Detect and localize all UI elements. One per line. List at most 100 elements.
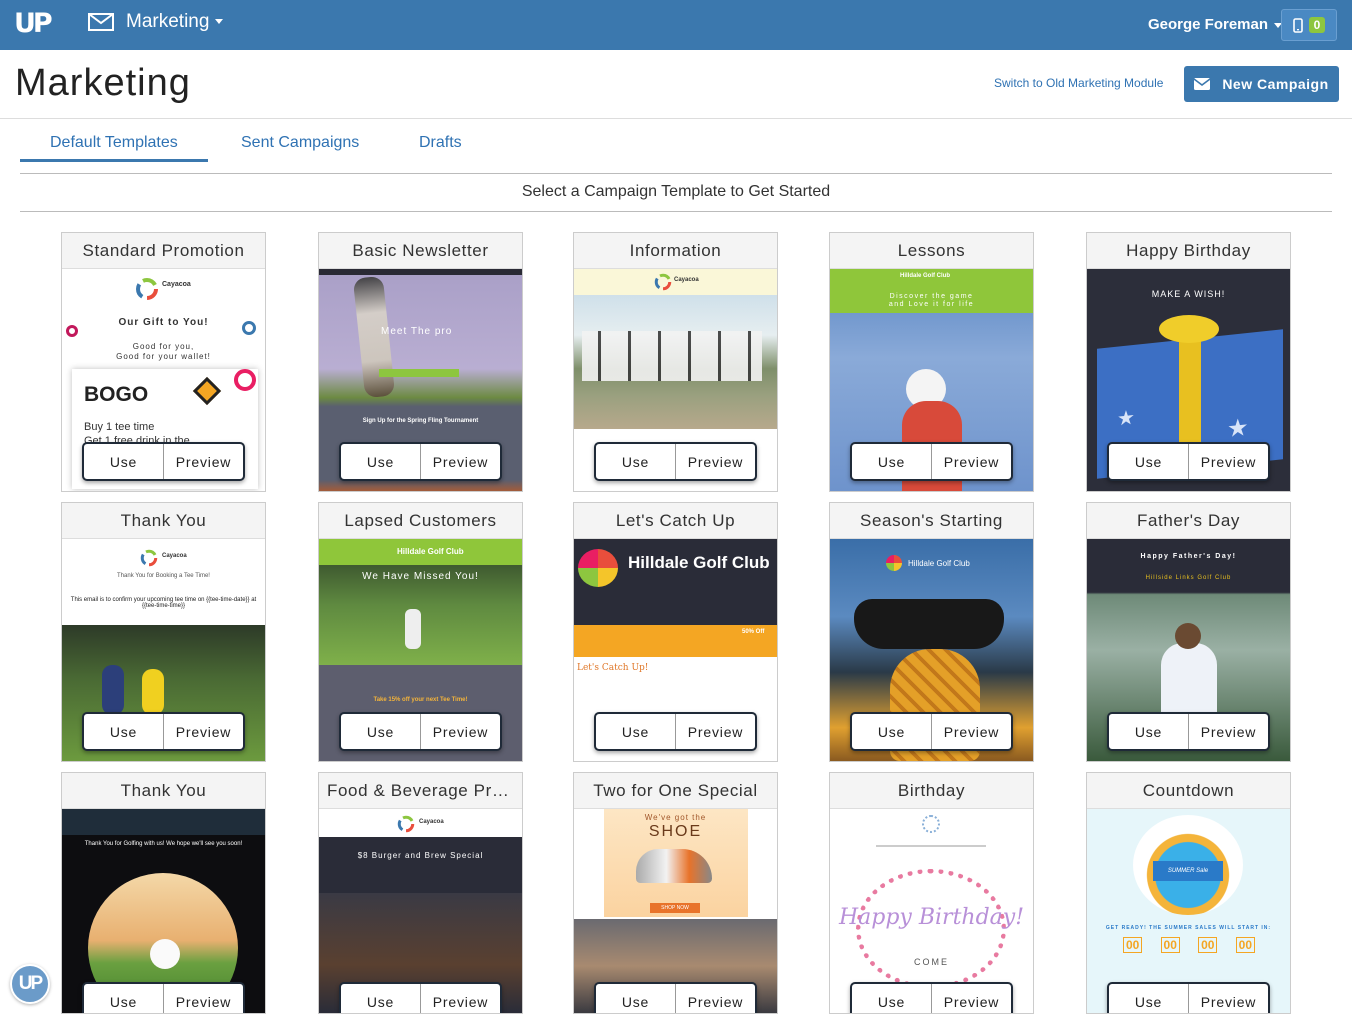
use-button[interactable]: Use [852, 714, 931, 749]
template-thumbnail[interactable]: Hilldale Golf Club 50% Off Let's Catch U… [574, 539, 777, 761]
template-text: Hillside Links Golf Club [1145, 575, 1232, 581]
golfer-figure [352, 275, 396, 399]
preview-button[interactable]: Preview [675, 984, 755, 1013]
preview-button[interactable]: Preview [420, 714, 500, 749]
countdown-days: 00 [1123, 937, 1143, 953]
template-actions: Use Preview [339, 442, 502, 481]
active-tab-indicator [20, 159, 208, 162]
template-text: Happy Birthday! [838, 905, 1025, 930]
template-thumbnail[interactable]: Thank You for Golfing with us! We hope w… [62, 809, 265, 1013]
template-text: Sign Up for the Spring Fling Tournament [362, 418, 479, 424]
use-button[interactable]: Use [596, 714, 675, 749]
carts-row [582, 331, 762, 381]
preview-button[interactable]: Preview [931, 984, 1011, 1013]
star-icon: ★ [1227, 413, 1249, 444]
tab-sent-campaigns[interactable]: Sent Campaigns [241, 134, 359, 152]
preview-button[interactable]: Preview [675, 714, 755, 749]
use-button[interactable]: Use [852, 984, 931, 1013]
template-actions: Use Preview [594, 712, 757, 751]
template-card-lessons: Lessons Hilldale Golf Club Discover the … [829, 232, 1034, 492]
template-actions: Use Preview [1107, 442, 1270, 481]
user-menu[interactable]: George Foreman [1148, 16, 1283, 33]
use-button[interactable]: Use [596, 984, 675, 1013]
template-thumbnail[interactable]: Cayacoa Thank You for Booking a Tee Time… [62, 539, 265, 761]
use-button[interactable]: Use [341, 714, 420, 749]
template-actions: Use Preview [594, 982, 757, 1013]
up-logo-icon[interactable]: UP [14, 8, 53, 39]
divider [20, 173, 1332, 174]
notifications-button[interactable]: 0 [1281, 9, 1337, 41]
template-thumbnail[interactable]: We've got the SHOE SHOP NOW Use Preview [574, 809, 777, 1013]
template-thumbnail[interactable]: Cayacoa Use Preview [574, 269, 777, 491]
sunglasses-image [854, 599, 1004, 649]
father-figure [1161, 643, 1217, 719]
template-thumbnail[interactable]: Hilldale Golf Club We Have Missed You! T… [319, 539, 522, 761]
template-thumbnail[interactable]: Cayacoa $8 Burger and Brew Special Use P… [319, 809, 522, 1013]
template-text: SHOP NOW [650, 903, 700, 913]
golf-ball [150, 939, 180, 969]
cayacoa-logo-icon [136, 278, 158, 300]
header-divider [0, 118, 1352, 119]
template-thumbnail[interactable]: Happy Birthday! COME Use Preview [830, 809, 1033, 1013]
decor-circle-icon [234, 369, 256, 391]
template-text: Cayacoa [162, 553, 187, 559]
preview-button[interactable]: Preview [1188, 444, 1268, 479]
template-text: Meet The pro [381, 326, 453, 337]
use-button[interactable]: Use [1109, 714, 1188, 749]
preview-button[interactable]: Preview [420, 984, 500, 1013]
father-head [1175, 623, 1201, 649]
preview-button[interactable]: Preview [420, 444, 500, 479]
template-card-lapsed-customers: Lapsed Customers Hilldale Golf Club We H… [318, 502, 523, 762]
use-button[interactable]: Use [84, 714, 163, 749]
template-actions: Use Preview [82, 982, 245, 1013]
use-button[interactable]: Use [1109, 984, 1188, 1013]
switch-old-module-link[interactable]: Switch to Old Marketing Module [994, 76, 1163, 90]
preview-button[interactable]: Preview [1188, 984, 1268, 1013]
template-cta [379, 369, 459, 377]
use-button[interactable]: Use [84, 984, 163, 1013]
template-text: Cayacoa [674, 277, 699, 283]
cayacoa-logo-icon [654, 273, 672, 291]
use-button[interactable]: Use [84, 444, 163, 479]
use-button[interactable]: Use [852, 444, 931, 479]
summer-badge: SUMMER Sale [1133, 815, 1243, 915]
use-button[interactable]: Use [341, 984, 420, 1013]
preview-button[interactable]: Preview [163, 984, 243, 1013]
template-text: MAKE A WISH! [1151, 289, 1226, 299]
use-button[interactable]: Use [341, 444, 420, 479]
template-thumbnail[interactable]: Cayacoa Our Gift to You! Good for you, G… [62, 269, 265, 491]
new-campaign-button[interactable]: New Campaign [1184, 66, 1339, 102]
template-title: Happy Birthday [1087, 233, 1290, 269]
preview-button[interactable]: Preview [163, 444, 243, 479]
preview-button[interactable]: Preview [931, 444, 1011, 479]
template-card-fathers-day: Father's Day Happy Father's Day! Hillsid… [1086, 502, 1291, 762]
countdown-minutes: 00 [1198, 937, 1218, 953]
template-thumbnail[interactable]: MAKE A WISH! ★ ★ Use Preview [1087, 269, 1290, 491]
module-menu[interactable]: Marketing [88, 11, 224, 33]
logo-icon [922, 815, 940, 833]
template-thumbnail[interactable]: SUMMER Sale GET READY! THE SUMMER SALES … [1087, 809, 1290, 1013]
preview-button[interactable]: Preview [931, 714, 1011, 749]
use-button[interactable]: Use [596, 444, 675, 479]
tab-drafts[interactable]: Drafts [419, 134, 462, 152]
preview-button[interactable]: Preview [163, 714, 243, 749]
use-button[interactable]: Use [1109, 444, 1188, 479]
preview-button[interactable]: Preview [675, 444, 755, 479]
golf-course-image: We Have Missed You! [319, 565, 522, 665]
template-thumbnail[interactable]: Hilldale Golf Club Discover the game and… [830, 269, 1033, 491]
template-text: Take 15% off your next Tee Time! [373, 697, 468, 703]
template-text: Happy Father's Day! [1140, 553, 1237, 560]
template-thumbnail[interactable]: Hilldale Golf Club Use Preview [830, 539, 1033, 761]
preview-button[interactable]: Preview [1188, 714, 1268, 749]
template-actions: Use Preview [850, 712, 1013, 751]
template-thumbnail[interactable]: Meet The pro Sign Up for the Spring Flin… [319, 269, 522, 491]
page-title: Marketing [15, 62, 191, 104]
template-actions: Use Preview [1107, 712, 1270, 751]
template-actions: Use Preview [82, 712, 245, 751]
template-text: SUMMER Sale [1153, 861, 1223, 881]
up-logo-icon[interactable]: UP [10, 964, 50, 1004]
star-icon: ★ [1117, 406, 1135, 431]
template-card-seasons-starting: Season's Starting Hilldale Golf Club Use… [829, 502, 1034, 762]
tab-default-templates[interactable]: Default Templates [50, 134, 178, 152]
template-thumbnail[interactable]: Happy Father's Day! Hillside Links Golf … [1087, 539, 1290, 761]
